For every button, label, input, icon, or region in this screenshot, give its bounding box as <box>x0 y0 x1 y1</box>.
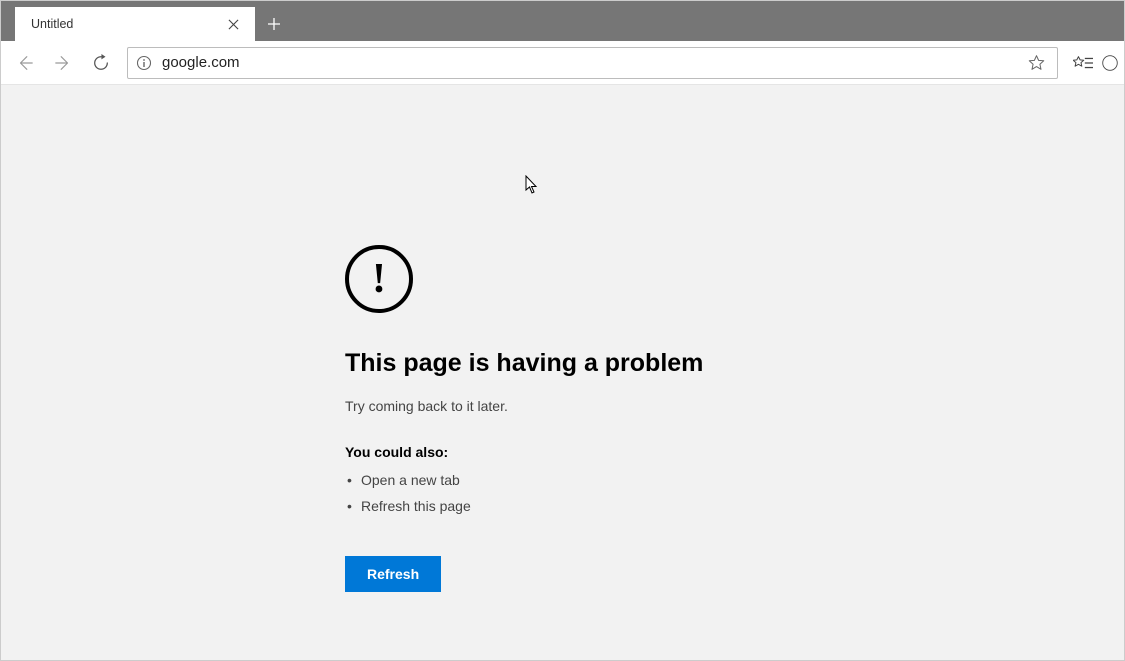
profile-icon[interactable] <box>1102 45 1118 81</box>
browser-tab[interactable]: Untitled <box>15 7 255 41</box>
list-item: Open a new tab <box>347 472 785 488</box>
address-bar[interactable] <box>127 47 1058 79</box>
error-heading: This page is having a problem <box>345 349 785 378</box>
error-panel: ! This page is having a problem Try comi… <box>345 245 785 592</box>
browser-window: Untitled <box>0 0 1125 661</box>
url-input[interactable] <box>162 54 1014 71</box>
toolbar <box>1 41 1124 85</box>
new-tab-button[interactable] <box>255 7 293 41</box>
reload-button[interactable] <box>83 45 119 81</box>
error-subtext: Try coming back to it later. <box>345 398 785 414</box>
close-icon[interactable] <box>221 12 245 36</box>
favorite-star-icon[interactable] <box>1024 54 1049 71</box>
favorites-list-icon[interactable] <box>1066 45 1100 81</box>
mouse-cursor-icon <box>525 175 539 200</box>
info-icon[interactable] <box>136 55 152 71</box>
suggestions-label: You could also: <box>345 444 785 460</box>
refresh-button[interactable]: Refresh <box>345 556 441 592</box>
list-item: Refresh this page <box>347 498 785 514</box>
page-content: ! This page is having a problem Try comi… <box>1 85 1124 660</box>
suggestion-list: Open a new tab Refresh this page <box>345 472 785 514</box>
tab-title: Untitled <box>31 17 221 31</box>
tab-strip: Untitled <box>1 1 1124 41</box>
back-button[interactable] <box>7 45 43 81</box>
forward-button[interactable] <box>45 45 81 81</box>
alert-icon: ! <box>345 245 413 313</box>
